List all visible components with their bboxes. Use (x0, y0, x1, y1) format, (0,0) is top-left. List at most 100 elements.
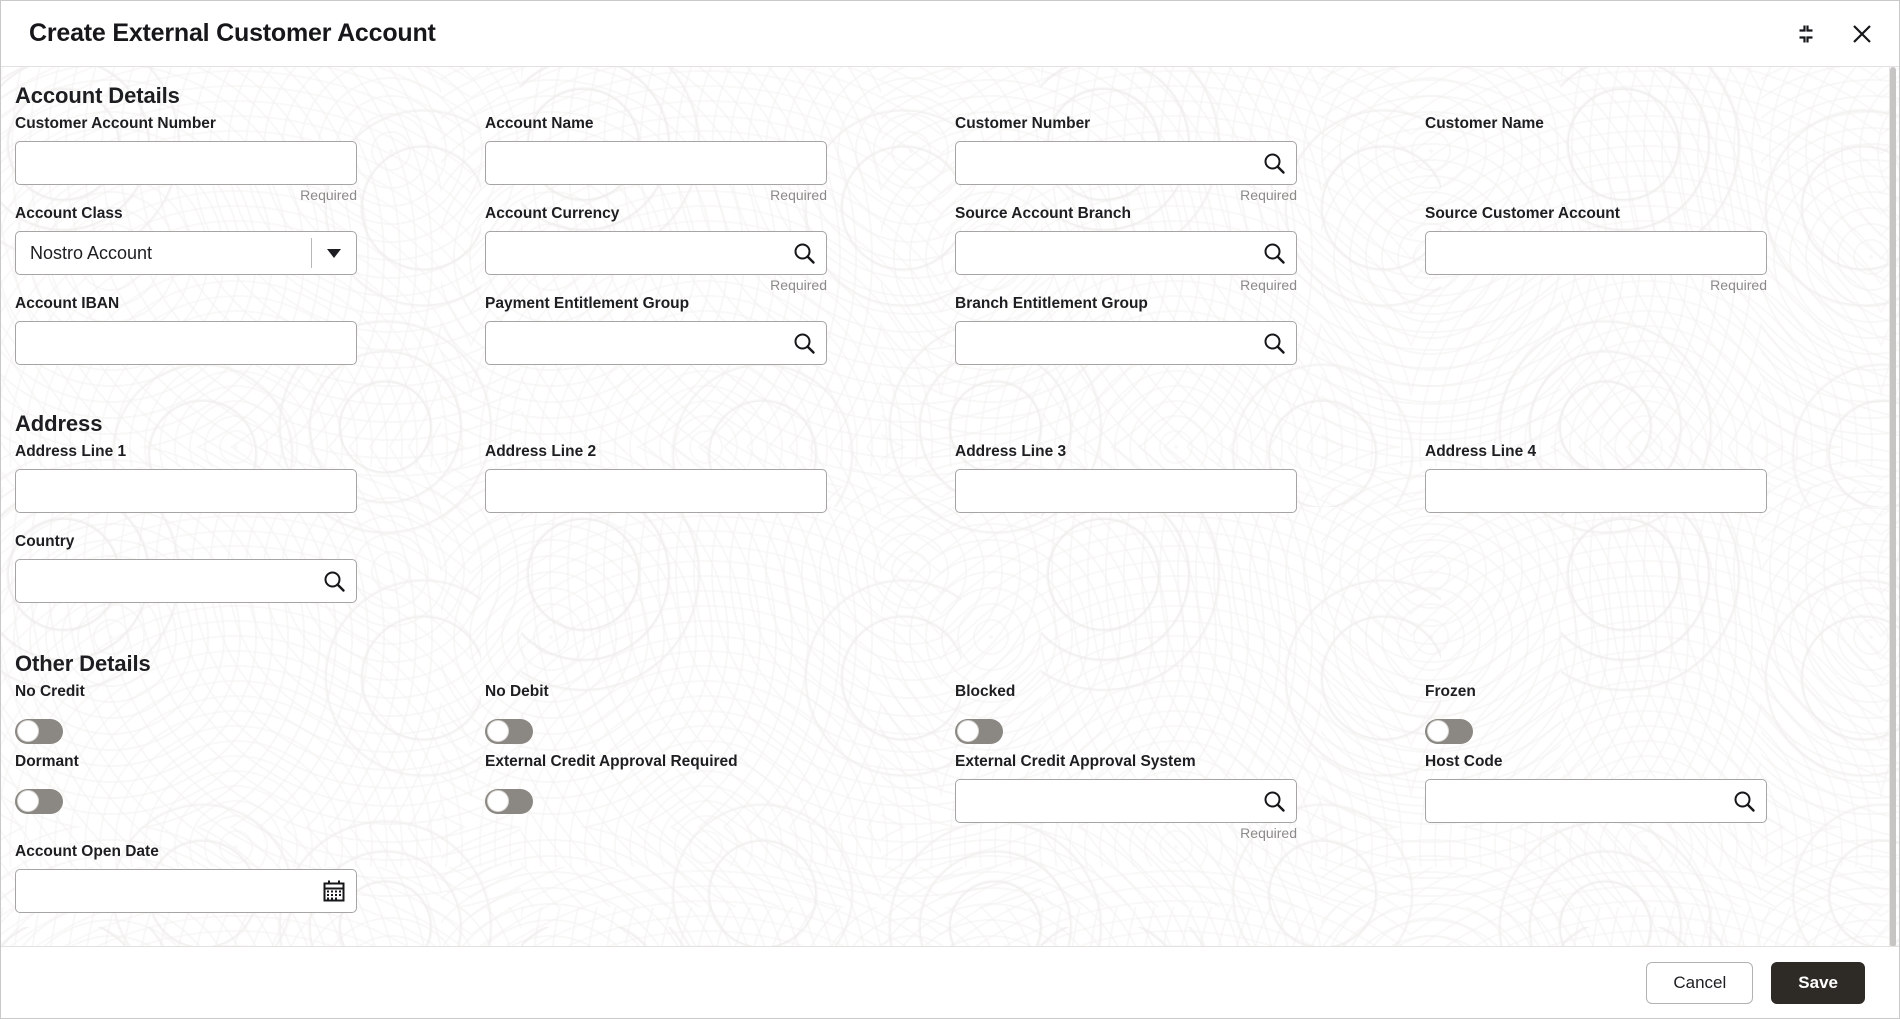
label-address-line-3: Address Line 3 (955, 443, 1067, 460)
search-icon[interactable] (1261, 330, 1287, 356)
field-customer-account-number: Customer Account Number Required (15, 115, 485, 205)
note-external-credit-approval-system: Required (1240, 825, 1297, 841)
field-no-credit: No Credit (15, 683, 485, 753)
payment-entitlement-group-input[interactable] (485, 321, 827, 365)
field-account-open-date: Account Open Date (15, 843, 485, 933)
scrollbar-thumb[interactable] (1890, 67, 1896, 946)
create-external-customer-account-dialog: Create External Customer Account Account… (0, 0, 1900, 1019)
vertical-scrollbar[interactable] (1889, 67, 1896, 946)
account-open-date-input[interactable] (15, 869, 357, 913)
section-other-details: Other Details No Credit No Debit Blocked… (1, 651, 1899, 933)
source-account-branch-input[interactable] (955, 231, 1297, 275)
field-customer-name: Customer Name (1425, 115, 1895, 205)
search-icon[interactable] (1731, 788, 1757, 814)
account-details-grid: Customer Account Number Required Account… (1, 115, 1899, 385)
no-debit-toggle[interactable] (485, 718, 533, 744)
field-address-line-4: Address Line 4 (1425, 443, 1895, 533)
customer-name-value (1425, 141, 1883, 205)
section-title-account-details: Account Details (15, 83, 180, 108)
account-name-input[interactable] (485, 141, 827, 185)
field-placeholder-empty (1425, 295, 1895, 385)
country-input[interactable] (15, 559, 357, 603)
field-customer-number: Customer Number Required (955, 115, 1425, 205)
branch-entitlement-group-input[interactable] (955, 321, 1297, 365)
address-line-3-input[interactable] (955, 469, 1297, 513)
label-account-currency: Account Currency (485, 205, 620, 222)
note-customer-account-number: Required (300, 187, 357, 203)
field-frozen: Frozen (1425, 683, 1895, 753)
label-address-line-1: Address Line 1 (15, 443, 127, 460)
dialog-footer: Cancel Save (1, 946, 1899, 1018)
save-button[interactable]: Save (1771, 961, 1865, 1004)
note-source-customer-account: Required (1710, 277, 1767, 293)
dormant-toggle[interactable] (15, 788, 63, 814)
field-branch-entitlement-group: Branch Entitlement Group (955, 295, 1425, 385)
external-credit-approval-system-input[interactable] (955, 779, 1297, 823)
account-class-select[interactable]: Nostro Account (15, 231, 357, 275)
field-no-debit: No Debit (485, 683, 955, 753)
frozen-toggle[interactable] (1425, 718, 1473, 744)
address-line-4-input[interactable] (1425, 469, 1767, 513)
dialog-titlebar: Create External Customer Account (1, 1, 1899, 67)
toggle-knob (486, 720, 509, 742)
field-address-line-1: Address Line 1 (15, 443, 485, 533)
host-code-input[interactable] (1425, 779, 1767, 823)
label-dormant: Dormant (15, 753, 79, 770)
label-address-line-4: Address Line 4 (1425, 443, 1537, 460)
label-address-line-2: Address Line 2 (485, 443, 597, 460)
note-account-name: Required (770, 187, 827, 203)
label-account-name: Account Name (485, 115, 594, 132)
address-grid: Address Line 1 Address Line 2 Address Li… (1, 443, 1899, 623)
field-source-account-branch: Source Account Branch Required (955, 205, 1425, 295)
close-icon[interactable] (1847, 19, 1877, 49)
field-account-class: Account Class Nostro Account (15, 205, 485, 295)
customer-number-input[interactable] (955, 141, 1297, 185)
label-host-code: Host Code (1425, 753, 1503, 770)
field-address-line-3: Address Line 3 (955, 443, 1425, 533)
external-credit-approval-required-toggle[interactable] (485, 788, 533, 814)
search-icon[interactable] (791, 240, 817, 266)
search-icon[interactable] (1261, 150, 1287, 176)
address-line-1-input[interactable] (15, 469, 357, 513)
source-customer-account-input[interactable] (1425, 231, 1767, 275)
note-account-currency: Required (770, 277, 827, 293)
toggle-knob (16, 790, 39, 812)
account-iban-input[interactable] (15, 321, 357, 365)
field-host-code: Host Code (1425, 753, 1895, 843)
toggle-knob (1426, 720, 1449, 742)
note-source-account-branch: Required (1240, 277, 1297, 293)
address-line-2-input[interactable] (485, 469, 827, 513)
label-customer-number: Customer Number (955, 115, 1091, 132)
field-country: Country (15, 533, 485, 623)
field-source-customer-account: Source Customer Account Required (1425, 205, 1895, 295)
label-no-debit: No Debit (485, 683, 549, 700)
label-account-class: Account Class (15, 205, 123, 222)
label-customer-name: Customer Name (1425, 115, 1544, 132)
label-source-customer-account: Source Customer Account (1425, 205, 1620, 222)
chevron-down-icon[interactable] (312, 248, 356, 258)
search-icon[interactable] (321, 568, 347, 594)
other-details-grid: No Credit No Debit Blocked Frozen Dorman… (1, 683, 1899, 933)
customer-account-number-input[interactable] (15, 141, 357, 185)
field-external-credit-approval-required: External Credit Approval Required (485, 753, 955, 843)
section-account-details: Account Details Customer Account Number … (1, 83, 1899, 385)
titlebar-actions (1791, 19, 1877, 49)
search-icon[interactable] (791, 330, 817, 356)
blocked-toggle[interactable] (955, 718, 1003, 744)
section-address: Address Address Line 1 Address Line 2 Ad… (1, 411, 1899, 623)
account-currency-input[interactable] (485, 231, 827, 275)
collapse-icon[interactable] (1791, 19, 1821, 49)
label-external-credit-approval-system: External Credit Approval System (955, 753, 1196, 770)
no-credit-toggle[interactable] (15, 718, 63, 744)
search-icon[interactable] (1261, 788, 1287, 814)
toggle-knob (956, 720, 979, 742)
search-icon[interactable] (1261, 240, 1287, 266)
field-payment-entitlement-group: Payment Entitlement Group (485, 295, 955, 385)
field-blocked: Blocked (955, 683, 1425, 753)
label-blocked: Blocked (955, 683, 1016, 700)
label-external-credit-approval-required: External Credit Approval Required (485, 753, 738, 770)
cancel-button[interactable]: Cancel (1646, 961, 1754, 1004)
account-class-selected-value: Nostro Account (30, 242, 153, 263)
calendar-icon[interactable] (321, 878, 347, 904)
label-frozen: Frozen (1425, 683, 1476, 700)
